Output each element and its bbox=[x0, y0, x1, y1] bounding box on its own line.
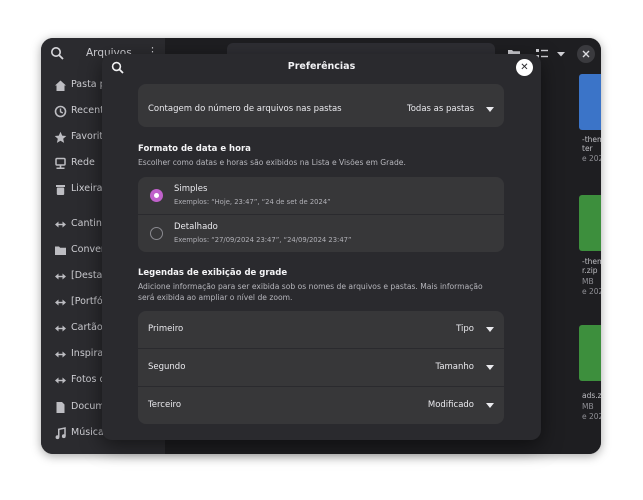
file-thumbnail[interactable] bbox=[579, 195, 601, 251]
chevron-down-icon[interactable] bbox=[486, 107, 494, 113]
chevron-down-icon[interactable] bbox=[486, 403, 494, 409]
file-name: ter bbox=[582, 144, 593, 153]
folder-link-icon bbox=[55, 273, 66, 280]
folder-icon bbox=[55, 246, 66, 255]
file-name: -theme- bbox=[582, 257, 601, 266]
search-icon[interactable] bbox=[50, 46, 64, 60]
chevron-down-icon[interactable] bbox=[554, 47, 568, 61]
file-date: e 2024 bbox=[582, 287, 601, 296]
radio-selected[interactable] bbox=[150, 189, 163, 202]
row-label: Terceiro bbox=[148, 400, 182, 410]
date-format-card: Simples Exemplos: “Hoje, 23:47”, “24 de … bbox=[138, 177, 504, 252]
sidebar-item-label: Lixeira bbox=[71, 183, 103, 194]
option-example: Exemplos: “Hoje, 23:47”, “24 de set de 2… bbox=[174, 198, 331, 206]
chevron-down-icon[interactable] bbox=[486, 327, 494, 333]
file-name: -theme- bbox=[582, 135, 601, 144]
caption-row-first[interactable]: Primeiro Tipo bbox=[138, 311, 504, 348]
row-label: Segundo bbox=[148, 362, 186, 372]
music-icon bbox=[55, 427, 66, 440]
caption-row-second[interactable]: Segundo Tamanho bbox=[138, 349, 504, 386]
file-thumbnail[interactable] bbox=[579, 325, 601, 381]
close-dialog-button[interactable]: ✕ bbox=[516, 59, 533, 76]
sidebar-item-label: Rede bbox=[71, 157, 95, 168]
close-icon bbox=[582, 50, 590, 58]
document-icon bbox=[56, 402, 65, 413]
section-description: Adicione informação para ser exibida sob… bbox=[138, 282, 483, 302]
date-option-detailed[interactable]: Detalhado Exemplos: “27/09/2024 23:47”, … bbox=[138, 215, 504, 252]
caption-dropdown[interactable]: Modificado bbox=[428, 400, 474, 410]
option-title: Simples bbox=[174, 184, 208, 194]
option-title: Detalhado bbox=[174, 222, 218, 232]
grid-captions-card: Primeiro Tipo Segundo Tamanho Terceiro M… bbox=[138, 311, 504, 424]
preferences-dialog: Preferências ✕ Contagem do número de arq… bbox=[102, 54, 541, 440]
file-date: e 2024 bbox=[582, 154, 601, 163]
section-title: Legendas de exibição de grade bbox=[138, 268, 288, 278]
folder-count-dropdown[interactable]: Todas as pastas bbox=[407, 104, 474, 114]
clock-icon bbox=[54, 105, 67, 118]
folder-link-icon bbox=[55, 325, 66, 332]
section-description: Escolher como datas e horas são exibidos… bbox=[138, 158, 406, 167]
folder-link-icon bbox=[55, 299, 66, 306]
caption-row-third[interactable]: Terceiro Modificado bbox=[138, 387, 504, 424]
folder-link-icon bbox=[55, 377, 66, 384]
row-label: Primeiro bbox=[148, 324, 184, 334]
dialog-header: Preferências ✕ bbox=[102, 54, 541, 82]
file-thumbnail[interactable] bbox=[579, 74, 601, 130]
row-label: Contagem do número de arquivos nas pasta… bbox=[148, 104, 342, 114]
trash-icon bbox=[56, 185, 65, 195]
folder-link-icon bbox=[55, 221, 66, 228]
option-example: Exemplos: “27/09/2024 23:47”, “24/09/202… bbox=[174, 236, 352, 244]
folder-count-card: Contagem do número de arquivos nas pasta… bbox=[138, 84, 504, 127]
close-window-button[interactable] bbox=[577, 45, 595, 63]
file-size: MB bbox=[582, 402, 594, 411]
star-icon bbox=[54, 131, 67, 143]
chevron-down-icon[interactable] bbox=[486, 365, 494, 371]
section-title: Formato de data e hora bbox=[138, 144, 251, 154]
caption-dropdown[interactable]: Tipo bbox=[456, 324, 474, 334]
file-size: MB bbox=[582, 277, 594, 286]
radio-unselected[interactable] bbox=[150, 227, 163, 240]
close-icon: ✕ bbox=[520, 62, 529, 73]
file-date: e 2024 bbox=[582, 412, 601, 421]
caption-dropdown[interactable]: Tamanho bbox=[436, 362, 474, 372]
file-name: r.zip bbox=[582, 266, 598, 275]
folder-link-icon bbox=[55, 351, 66, 358]
date-option-simple[interactable]: Simples Exemplos: “Hoje, 23:47”, “24 de … bbox=[138, 177, 504, 214]
home-icon bbox=[55, 80, 66, 91]
network-icon bbox=[55, 157, 66, 169]
dialog-title: Preferências bbox=[287, 61, 356, 72]
file-name: ads.zip bbox=[582, 391, 601, 400]
folder-count-row[interactable]: Contagem do número de arquivos nas pasta… bbox=[138, 90, 504, 126]
